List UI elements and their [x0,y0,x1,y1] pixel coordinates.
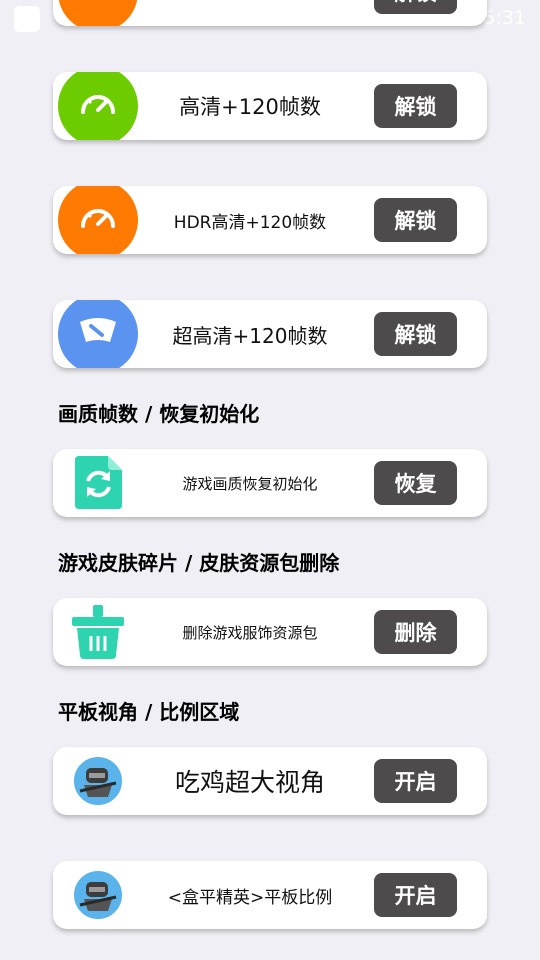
soldier-avatar-icon [72,755,124,807]
delete-button[interactable]: 删除 [374,610,457,654]
speedometer-icon [58,72,138,140]
card-wide-view: 吃鸡超大视角 开启 [53,747,487,815]
card-label: 超高清+120帧数 [172,323,328,348]
section-title-skins: 游戏皮肤碎片 / 皮肤资源包删除 [58,551,340,575]
unlock-button-uhd120[interactable]: 解锁 [374,312,457,356]
card-label: 吃鸡超大视角 [174,768,325,797]
card-hdr120: HDR高清+120帧数 解锁 [53,186,487,254]
card-hd120: 高清+120帧数 解锁 [53,72,487,140]
card-delete: 删除游戏服饰资源包 删除 [53,598,487,666]
card-label: 删除游戏服饰资源包 [182,623,318,642]
speedometer-icon [58,186,138,254]
trash-icon [72,605,124,659]
refresh-icon [75,456,122,509]
soldier-avatar-icon [72,869,124,921]
unlock-button-hd120[interactable]: 解锁 [374,84,457,128]
speedometer-icon [58,0,138,26]
card-uhd120: 超高清+120帧数 解锁 [53,300,487,368]
section-title-quality: 画质帧数 / 恢复初始化 [58,402,260,426]
section-title-tablet: 平板视角 / 比例区域 [58,700,240,724]
gauge-icon [58,300,138,368]
enable-button-wide-view[interactable]: 开启 [374,759,457,803]
card-label: HDR高清+120帧数 [173,212,327,233]
restore-button[interactable]: 恢复 [374,461,457,505]
card-tablet-ratio: <盒平精英>平板比例 开启 [53,861,487,929]
card-top-partial: 解锁 [53,0,487,26]
enable-button-tablet-ratio[interactable]: 开启 [374,873,457,917]
card-label: 游戏画质恢复初始化 [182,474,318,493]
status-time: 5:31 [483,7,526,29]
card-label: 高清+120帧数 [179,95,321,119]
notification-icon [14,6,40,32]
unlock-button-top[interactable]: 解锁 [374,0,457,14]
card-label: <盒平精英>平板比例 [167,887,333,908]
card-reset: 游戏画质恢复初始化 恢复 [53,449,487,517]
unlock-button-hdr120[interactable]: 解锁 [374,198,457,242]
